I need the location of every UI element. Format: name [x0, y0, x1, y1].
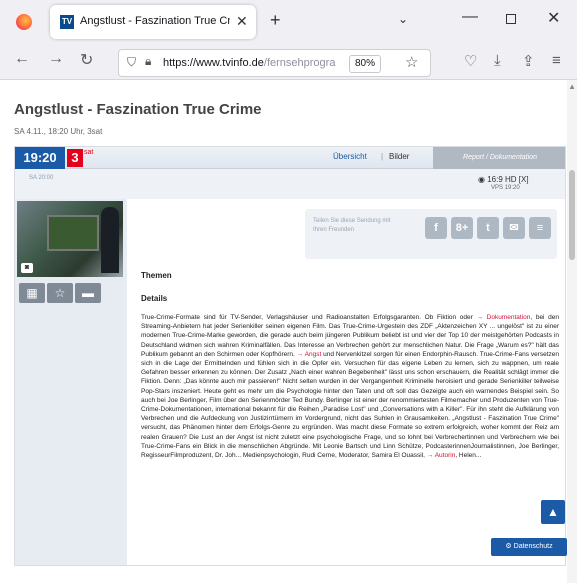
tvinfo-favicon-icon: TV	[60, 15, 74, 29]
menu-hamburger-icon[interactable]: ≡	[552, 52, 561, 69]
thumbnail-evidence-board	[47, 215, 99, 251]
channel-logo-suffix: sat	[84, 149, 94, 156]
card-subheader: SA 20:00 ◉ 16:9 HD [X] VPS 19:20	[15, 169, 565, 199]
date-small: SA 20:00	[29, 175, 54, 181]
link-autorin[interactable]: → Autorin	[427, 452, 456, 459]
email-share-icon[interactable]: ✉	[503, 217, 525, 239]
genre-label: Report / Dokumentation	[433, 147, 565, 169]
navigation-bar: ← → ↻ ⛉ 🔒︎ https://www.tvinfo.de/fernseh…	[0, 44, 577, 80]
scroll-up-arrow-icon[interactable]: ▲	[568, 82, 576, 91]
record-icon[interactable]: ▬	[75, 283, 101, 303]
window-close-button[interactable]: ✕	[547, 8, 560, 28]
forward-arrow-icon[interactable]: →	[48, 50, 64, 68]
share-text: Teilen Sie diese Sendung mit Ihren Freun…	[313, 218, 391, 233]
downloads-icon[interactable]: ⤓	[494, 52, 501, 69]
blog-share-icon[interactable]: ≡	[529, 217, 551, 239]
thumbnail-person	[101, 207, 119, 273]
broadcast-info: SA 4.11., 18:20 Uhr, 3sat	[14, 127, 103, 136]
channel-logo: 3	[67, 149, 83, 167]
share-box: Teilen Sie diese Sendung mit Ihren Freun…	[305, 209, 557, 259]
page-title: Angstlust - Faszination True Crime	[14, 101, 262, 118]
description-text: True-Crime-Formate sind für TV-Sender, V…	[141, 314, 560, 460]
zoom-level-button[interactable]: 80%	[349, 55, 381, 73]
calendar-icon[interactable]: ▦	[19, 283, 45, 303]
section-heading-themen: Themen	[141, 271, 172, 280]
section-heading-details: Details	[141, 294, 168, 303]
favorite-star-icon[interactable]: ☆	[47, 283, 73, 303]
bookmark-star-icon[interactable]: ☆	[405, 53, 418, 71]
window-maximize-button[interactable]	[506, 14, 516, 24]
firefox-logo-icon[interactable]	[16, 14, 32, 30]
back-arrow-icon[interactable]: ←	[14, 50, 30, 68]
program-thumbnail[interactable]: ◙	[17, 201, 123, 277]
extensions-icon[interactable]: ⇪	[522, 52, 535, 70]
scroll-to-top-button[interactable]: ▲	[541, 500, 565, 524]
url-bar[interactable]: ⛉ 🔒︎ https://www.tvinfo.de/fernsehprogra…	[118, 49, 431, 77]
card-header: 19:20 3 sat Übersicht | Bilder Report / …	[15, 147, 565, 169]
window-minimize-button[interactable]: —	[462, 8, 478, 26]
privacy-settings-button[interactable]: ⚙ Datenschutz	[491, 538, 567, 556]
broadcast-time: 19:20	[15, 147, 65, 169]
tab-title: Angstlust - Faszination True Cr	[80, 15, 230, 27]
camera-icon[interactable]: ◙	[21, 263, 33, 273]
overview-link[interactable]: Übersicht	[333, 152, 367, 161]
active-tab[interactable]: TV Angstlust - Faszination True Cr ✕	[50, 5, 256, 39]
tab-bar: TV Angstlust - Faszination True Cr ✕ + ⌄…	[0, 0, 577, 44]
list-all-tabs-chevron-icon[interactable]: ⌄	[398, 12, 408, 26]
link-angst[interactable]: → Angst	[297, 351, 322, 358]
browser-chrome: TV Angstlust - Faszination True Cr ✕ + ⌄…	[0, 0, 577, 80]
separator: |	[381, 152, 384, 161]
vps-time: VPS 19:20	[491, 185, 520, 191]
program-card: 19:20 3 sat Übersicht | Bilder Report / …	[14, 146, 566, 566]
format-badges: ◉ 16:9 HD [X]	[478, 175, 529, 184]
left-column: ◙ ▦ ☆ ▬	[15, 199, 127, 565]
link-dokumentation[interactable]: → Dokumentation	[476, 314, 530, 321]
scrollbar-thumb[interactable]	[569, 170, 575, 260]
lock-icon[interactable]: 🔒︎	[145, 54, 151, 69]
url-text[interactable]: https://www.tvinfo.de/fernsehprogra	[163, 57, 343, 69]
new-tab-button[interactable]: +	[270, 10, 281, 31]
tracking-shield-icon[interactable]: ⛉	[127, 55, 136, 70]
googleplus-share-icon[interactable]: 8+	[451, 217, 473, 239]
vertical-scrollbar[interactable]	[567, 80, 577, 583]
twitter-share-icon[interactable]: t	[477, 217, 499, 239]
reload-icon[interactable]: ↻	[80, 50, 93, 70]
facebook-share-icon[interactable]: f	[425, 217, 447, 239]
tab-close-icon[interactable]: ✕	[236, 13, 248, 30]
pocket-icon[interactable]: ♡	[464, 52, 477, 70]
images-link[interactable]: Bilder	[389, 152, 409, 161]
